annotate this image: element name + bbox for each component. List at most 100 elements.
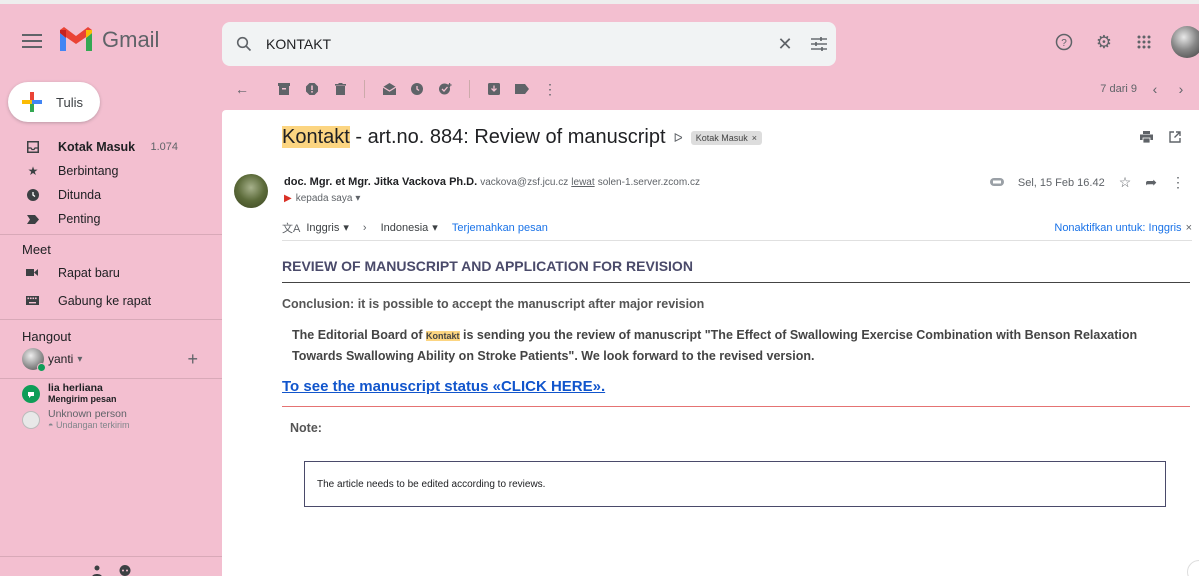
snooze-clock-icon[interactable]	[403, 75, 431, 103]
join-meeting-label: Gabung ke rapat	[58, 294, 152, 308]
sidebar-item-important[interactable]: Penting	[0, 208, 222, 230]
important-marker-icon[interactable]: ᐅ	[674, 131, 683, 145]
gmail-logo[interactable]: Gmail	[58, 26, 159, 54]
sender-line: doc. Mgr. et Mgr. Jitka Vackova Ph.D. va…	[284, 176, 700, 188]
divider	[282, 406, 1190, 407]
note-label: Note:	[290, 421, 322, 435]
sidebar-item-label: Penting	[58, 212, 101, 226]
search-options-icon[interactable]	[802, 37, 836, 51]
reply-icon[interactable]: ➦	[1145, 174, 1157, 191]
disable-translate-link[interactable]: Nonaktifkan untuk: Inggris ×	[1054, 222, 1192, 234]
sidebar-item-starred[interactable]: ★ Berbintang	[0, 160, 222, 182]
hangout-user-name: yanti	[48, 352, 74, 366]
sender-avatar[interactable]	[234, 174, 268, 208]
contact-status: Mengirim pesan	[48, 394, 117, 404]
contact-status: ◓ Undangan terkirim	[48, 420, 129, 431]
close-icon[interactable]: ×	[1186, 222, 1192, 234]
sidebar: Tulis Kotak Masuk 1.074 ★ Berbintang Dit…	[0, 72, 222, 576]
compose-button[interactable]: Tulis	[8, 82, 100, 122]
move-to-icon[interactable]	[480, 75, 508, 103]
attachment-tag-icon	[989, 177, 1004, 189]
compose-label: Tulis	[56, 94, 83, 110]
delete-icon[interactable]	[326, 75, 354, 103]
archive-icon[interactable]	[270, 75, 298, 103]
important-icon	[26, 214, 40, 224]
translate-bar: 文A Inggris ▾ › Indonesia ▾ Terjemahkan pesa…	[282, 215, 1192, 241]
search-input[interactable]: KONTAKT	[266, 36, 768, 52]
message-pane: Kontakt - art.no. 884: Review of manuscr…	[222, 110, 1199, 576]
search-icon[interactable]	[222, 36, 266, 52]
recipient-line[interactable]: ▶ kepada saya ▾	[284, 193, 360, 204]
pagination-text: 7 dari 9	[1100, 83, 1137, 95]
online-status-dot	[37, 363, 46, 372]
apps-grid-icon[interactable]	[1131, 29, 1157, 55]
user-avatar	[22, 348, 46, 372]
sidebar-item-inbox[interactable]: Kotak Masuk 1.074	[0, 136, 222, 158]
toolbar-divider	[364, 80, 365, 98]
more-options-icon[interactable]: ⋮	[536, 75, 564, 103]
back-arrow-icon[interactable]: ←	[228, 75, 256, 103]
side-panel-toggle[interactable]	[1187, 560, 1199, 576]
meet-section-title: Meet	[22, 241, 51, 257]
hangouts-chat-icon	[22, 385, 40, 403]
source-language-select[interactable]: 文A Inggris ▾	[282, 220, 349, 236]
inbox-icon	[26, 141, 40, 153]
sidebar-item-snoozed[interactable]: Ditunda	[0, 184, 222, 206]
video-camera-icon	[26, 266, 40, 280]
remove-label-icon[interactable]: ×	[752, 133, 757, 143]
search-bar[interactable]: KONTAKT ✕	[222, 22, 836, 66]
inbox-label-chip[interactable]: Kotak Masuk ×	[690, 130, 763, 145]
star-toggle-icon[interactable]: ☆	[1119, 174, 1132, 191]
report-spam-icon[interactable]	[298, 75, 326, 103]
new-meeting-link[interactable]: Rapat baru	[0, 259, 222, 287]
star-icon: ★	[27, 164, 39, 178]
contact-status-text: Undangan terkirim	[55, 420, 130, 430]
invite-icon: ◓	[48, 420, 56, 430]
help-icon[interactable]: ?	[1051, 29, 1077, 55]
settings-gear-icon[interactable]: ⚙	[1091, 29, 1117, 55]
journal-highlight: Kontakt	[426, 331, 460, 341]
message-meta: Sel, 15 Feb 16.42 ☆ ➦ ⋮	[989, 174, 1185, 191]
gmail-m-icon	[60, 27, 92, 51]
more-actions-icon[interactable]: ⋮	[1171, 174, 1185, 191]
add-to-tasks-icon[interactable]	[431, 75, 459, 103]
status-dropdown-icon[interactable]: ▾	[77, 354, 82, 365]
subject-row: Kontakt - art.no. 884: Review of manuscr…	[282, 126, 763, 149]
print-icon[interactable]	[1140, 130, 1153, 146]
next-chevron-icon[interactable]: ›	[1173, 81, 1189, 97]
open-new-window-icon[interactable]	[1169, 130, 1181, 146]
source-language: Inggris	[306, 221, 340, 234]
hangout-contact[interactable]: Unknown person ◓ Undangan terkirim	[0, 409, 222, 431]
app-name: Gmail	[102, 27, 160, 52]
subject-highlight: Kontakt	[282, 126, 350, 148]
hangout-user-status[interactable]: yanti ▾ +	[0, 346, 222, 372]
body-heading: REVIEW OF MANUSCRIPT AND APPLICATION FOR…	[282, 258, 1190, 283]
details-dropdown-icon[interactable]: ▾	[355, 193, 360, 204]
via-label[interactable]: lewat	[571, 177, 594, 188]
keyboard-icon	[26, 294, 40, 308]
sender-email: vackova@zsf.jcu.cz	[480, 177, 569, 188]
hangout-section-title: Hangout	[22, 328, 72, 344]
subject-text: - art.no. 884: Review of manuscript	[349, 126, 666, 148]
via-server: solen-1.server.zcom.cz	[597, 177, 700, 188]
main-menu-icon[interactable]	[22, 34, 42, 48]
translate-message-link[interactable]: Terjemahkan pesan	[452, 222, 548, 234]
chevron-down-icon: ▾	[343, 222, 349, 234]
disable-translate-text: Nonaktifkan untuk: Inggris	[1054, 221, 1182, 234]
subject-title: Kontakt - art.no. 884: Review of manuscr…	[282, 126, 666, 149]
mark-unread-icon[interactable]	[375, 75, 403, 103]
person-icon[interactable]	[89, 563, 105, 576]
clear-search-icon[interactable]: ✕	[768, 34, 802, 55]
svg-text:?: ?	[1061, 38, 1067, 49]
previous-chevron-icon[interactable]: ‹	[1147, 81, 1163, 97]
important-flag-icon: ▶	[284, 193, 292, 204]
chat-bubble-icon[interactable]	[117, 563, 133, 576]
sender-name[interactable]: doc. Mgr. et Mgr. Jitka Vackova Ph.D.	[284, 176, 477, 188]
join-meeting-link[interactable]: Gabung ke rapat	[0, 287, 222, 315]
add-contact-icon[interactable]: +	[187, 349, 198, 370]
label-tag-icon[interactable]	[508, 75, 536, 103]
account-avatar[interactable]	[1171, 26, 1199, 58]
manuscript-status-link[interactable]: To see the manuscript status «CLICK HERE…	[282, 378, 605, 395]
hangout-contact[interactable]: lia herliana Mengirim pesan	[0, 383, 222, 405]
target-language-select[interactable]: Indonesia ▾	[381, 221, 438, 235]
